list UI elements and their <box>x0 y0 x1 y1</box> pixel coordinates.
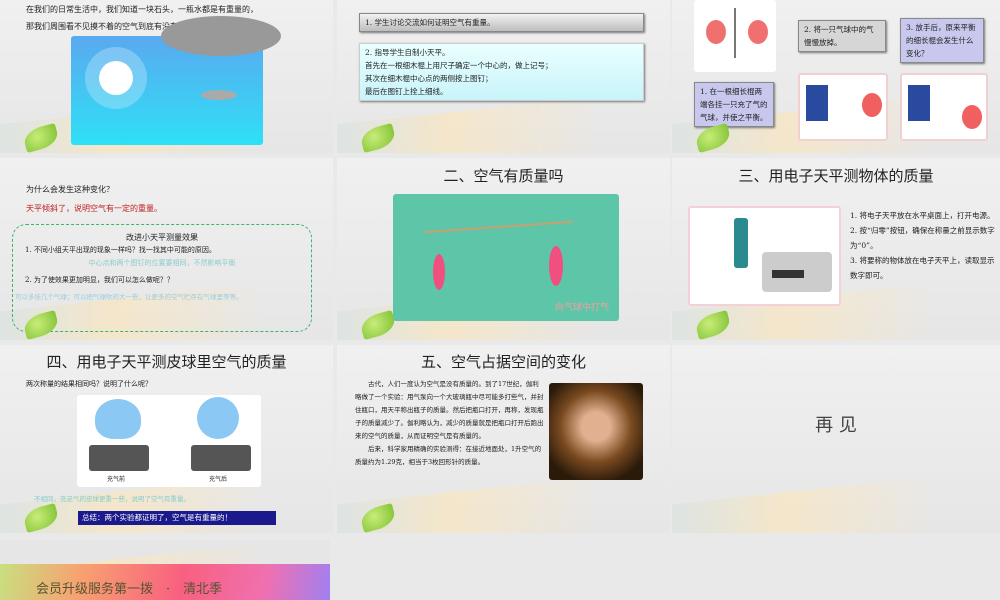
galileo-portrait <box>549 383 643 480</box>
slide-title: 二、空气有质量吗 <box>443 167 564 185</box>
question-2: 2. 为了使效果更加明显，我们可以怎么做呢？？ <box>25 276 174 284</box>
question-text: 为什么会发生这种变化？ <box>26 185 114 194</box>
slide-thumbnail-8[interactable]: 五、空气占据空间的变化 古代，人们一度认为空气是没有质量的。到了17世纪，伽利略… <box>337 345 670 533</box>
slide-thumbnail-1[interactable]: 在我们的日常生活中，我们知道一块石头，一瓶水都是有重量的， 那我们周围看不见摸不着… <box>0 0 333 153</box>
slide-thumbnail-5[interactable]: 二、空气有质量吗 向气球中打气 <box>337 158 670 340</box>
leaf-decoration <box>693 122 733 153</box>
slide-thumbnail-4[interactable]: 为什么会发生这种变化？ 天平倾斜了，说明空气有一定的重量。 改进小天平测量效果 … <box>0 158 333 340</box>
electronic-scale-image <box>688 206 841 306</box>
banner-text: 会员升级服务第一拨 · 清北季 <box>36 582 223 597</box>
summary-banner: 总结：两个实验都证明了，空气是有重量的！ <box>78 511 276 525</box>
balloon-balance-image <box>694 0 776 72</box>
slide-thumbnail-9[interactable]: 再 见 <box>672 345 1000 533</box>
scale-steps: 1. 将电子天平放在水平桌面上，打开电源。 2. 按“归零”按钮，确保在称量之前显… <box>850 211 995 280</box>
sky-airship-image <box>71 16 281 145</box>
slide-title: 四、用电子天平测皮球里空气的质量 <box>46 353 287 371</box>
answer-1: 中心点和两个图钉的位置要相同，不然影响平衡 <box>88 259 236 267</box>
answer-2: 可以多挂几个气球；可以把气球吹的大一些，让更多的空气贮存在气球里等等。 <box>15 293 243 301</box>
balloon-pump-image: 向气球中打气 <box>393 194 619 321</box>
leaf-decoration <box>21 122 61 153</box>
leaf-decoration <box>693 309 733 340</box>
improvement-box: 改进小天平测量效果 1. 不同小组天平出现的现象一样吗？找一找其中可能的原因。 … <box>12 224 312 332</box>
promo-banner: 会员升级服务第一拨 · 清北季 <box>0 564 330 600</box>
leaf-decoration <box>358 502 398 533</box>
slide-title: 五、空气占据空间的变化 <box>420 353 586 371</box>
box-title: 改进小天平测量效果 <box>126 233 198 242</box>
label-after: 充气后 <box>209 476 228 483</box>
leaf-decoration <box>358 122 398 153</box>
leaf-decoration <box>358 309 398 340</box>
step-3-box: 3. 放手后，原来平衡的细长棍会发生什么变化？ <box>900 18 984 63</box>
galileo-story: 古代，人们一度认为空气是没有质量的。到了17世纪，伽利略做了一个实验：用气泵向一… <box>355 380 544 466</box>
slide-thumbnail-7[interactable]: 四、用电子天平测皮球里空气的质量 两次称量的结果相同吗？说明了什么呢？ 充气前 … <box>0 345 333 533</box>
slide-thumbnail-10[interactable]: 会员升级服务第一拨 · 清北季 <box>0 540 330 600</box>
slide-thumbnail-3[interactable]: 1. 在一根细长棍两端各挂一只充了气的气球，并使之平衡。 2. 将一只气球中的气… <box>672 0 1000 153</box>
step-2-box: 2. 将一只气球中的气慢慢放掉。 <box>798 20 886 52</box>
answer-text: 天平倾斜了，说明空气有一定的重量。 <box>26 204 162 213</box>
boy-balloon-photo-1 <box>798 73 888 141</box>
ball-scale-image: 充气前 充气后 <box>77 395 261 487</box>
step-1-box: 1. 在一根细长棍两端各挂一只充了气的气球，并使之平衡。 <box>694 82 774 127</box>
leaf-decoration <box>21 502 61 533</box>
slide-title: 三、用电子天平测物体的质量 <box>738 167 934 185</box>
instructions-box: 2. 指导学生自制小天平。 首先在一根细木棍上用尺子确定一个中心的，做上记号； 其次… <box>359 43 644 101</box>
slide-thumbnail-2[interactable]: 1. 学生讨论交流如何证明空气有重量。 2. 指导学生自制小天平。 首先在一根细木… <box>337 0 670 153</box>
label-before: 充气前 <box>107 476 126 483</box>
question-1: 1. 不同小组天平出现的现象一样吗？找一找其中可能的原因。 <box>25 246 216 254</box>
image-caption: 向气球中打气 <box>554 303 609 313</box>
slide-title: 再 见 <box>815 415 857 436</box>
discussion-box: 1. 学生讨论交流如何证明空气有重量。 <box>359 13 644 32</box>
answer-text: 不相同，充足气的皮球更重一些，说明了空气有重量。 <box>34 495 190 503</box>
slide-thumbnail-6[interactable]: 三、用电子天平测物体的质量 1. 将电子天平放在水平桌面上，打开电源。 2. 按“… <box>672 158 1000 340</box>
question-text: 两次称量的结果相同吗？说明了什么呢？ <box>26 380 152 388</box>
boy-balloon-photo-2 <box>900 73 988 141</box>
